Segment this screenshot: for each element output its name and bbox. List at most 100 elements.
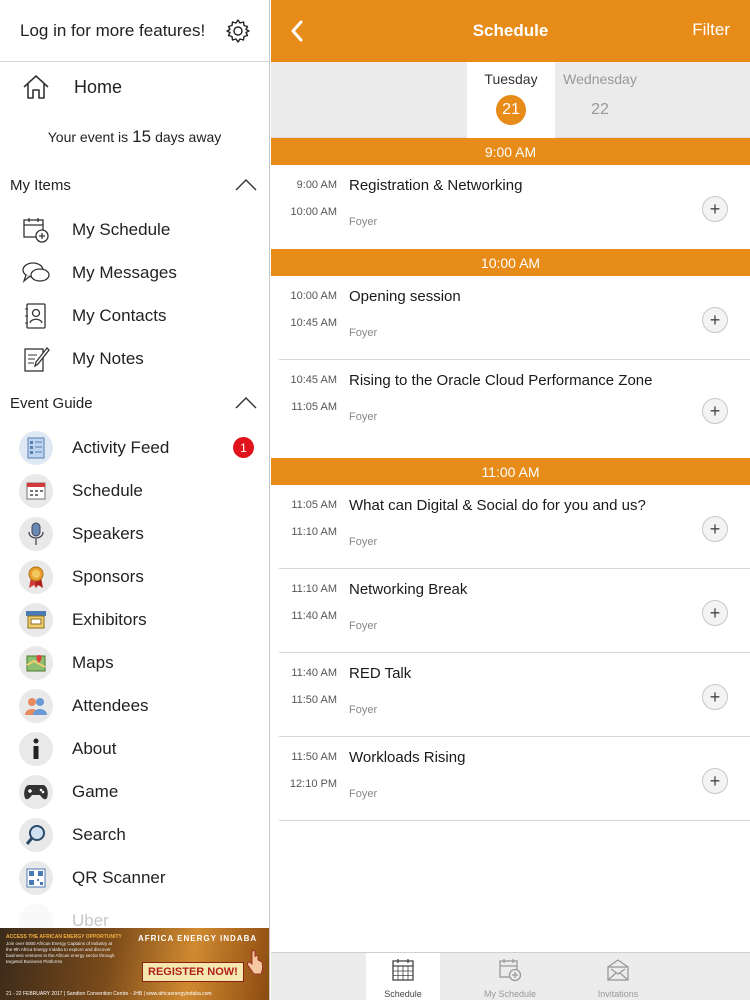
add-to-schedule-button[interactable]: + [702, 196, 728, 222]
filter-button[interactable]: Filter [692, 20, 730, 40]
login-bar[interactable]: Log in for more features! [0, 0, 269, 62]
day-tab-tuesday[interactable]: Tuesday 21 [467, 62, 555, 138]
tab-schedule[interactable]: Schedule [366, 953, 440, 1000]
gamepad-icon [18, 774, 54, 810]
sidebar-item-my-schedule[interactable]: My Schedule [0, 208, 269, 251]
event-countdown: Your event is 15 days away [0, 112, 269, 162]
event-guide-header[interactable]: Event Guide [0, 380, 269, 426]
session-row[interactable]: 11:05 AM 11:10 AM What can Digital & Soc… [279, 485, 750, 569]
sidebar-item-activity-feed[interactable]: Activity Feed 1 [0, 426, 269, 469]
section-title: Event Guide [10, 394, 93, 412]
schedule-icon [18, 473, 54, 509]
tab-label: Invitations [597, 989, 639, 999]
session-location: Foyer [349, 411, 378, 423]
notepad-icon [18, 341, 54, 377]
pointing-hand-icon [247, 950, 264, 975]
add-to-schedule-button[interactable]: + [702, 307, 728, 333]
gear-icon[interactable] [225, 18, 251, 44]
session-start-time: 11:40 AM [291, 667, 337, 679]
back-chevron-icon[interactable] [289, 18, 305, 44]
calendar-add-icon [18, 212, 54, 248]
sidebar-item-label: Sponsors [72, 566, 144, 586]
login-prompt[interactable]: Log in for more features! [20, 21, 205, 41]
session-location: Foyer [349, 788, 378, 800]
session-end-time: 11:50 AM [291, 694, 337, 706]
tab-my-schedule[interactable]: My Schedule [473, 953, 547, 1000]
sidebar-item-exhibitors[interactable]: Exhibitors [0, 598, 269, 641]
sponsor-banner-ad[interactable]: ACCESS THE AFRICAN ENERGY OPPORTUNITY Jo… [0, 928, 269, 1000]
session-title: Registration & Networking [349, 177, 523, 194]
session-row[interactable]: 11:40 AM 11:50 AM RED Talk Foyer + [279, 653, 750, 737]
day-number: 22 [591, 101, 609, 118]
contact-card-icon [18, 298, 54, 334]
sidebar-item-label: Home [74, 76, 123, 97]
add-to-schedule-button[interactable]: + [702, 516, 728, 542]
sidebar-item-about[interactable]: About [0, 727, 269, 770]
my-items-header[interactable]: My Items [0, 162, 269, 208]
app-root: Log in for more features! Home Your even… [0, 0, 750, 1000]
time-slot-header: 10:00 AM [271, 249, 750, 276]
tab-label: My Schedule [483, 989, 537, 999]
sidebar-item-label: My Messages [72, 262, 177, 282]
session-row[interactable]: 9:00 AM 10:00 AM Registration & Networki… [279, 165, 750, 249]
session-start-time: 11:10 AM [291, 583, 337, 595]
day-name: Tuesday [484, 71, 538, 87]
session-location: Foyer [349, 536, 378, 548]
session-end-time: 12:10 PM [289, 778, 337, 790]
ad-register-button[interactable]: REGISTER NOW! [142, 962, 244, 982]
chevron-up-icon[interactable] [235, 179, 257, 191]
sidebar-item-attendees[interactable]: Attendees [0, 684, 269, 727]
time-slot-header: 9:00 AM [271, 138, 750, 165]
sidebar-item-qr-scanner[interactable]: QR Scanner [0, 856, 269, 899]
session-title: Workloads Rising [349, 749, 466, 766]
sidebar-item-label: Search [72, 824, 126, 844]
page-title: Schedule [472, 21, 549, 40]
sidebar-item-label: My Schedule [72, 219, 171, 239]
day-number: 21 [496, 95, 526, 125]
session-end-time: 11:10 AM [291, 526, 337, 538]
sidebar-item-maps[interactable]: Maps [0, 641, 269, 684]
session-row[interactable]: 11:50 AM 12:10 PM Workloads Rising Foyer… [279, 737, 750, 821]
sidebar-item-my-contacts[interactable]: My Contacts [0, 294, 269, 337]
ribbon-icon [18, 559, 54, 595]
sidebar-item-schedule[interactable]: Schedule [0, 469, 269, 512]
add-to-schedule-button[interactable]: + [702, 398, 728, 424]
session-end-time: 11:40 AM [291, 610, 337, 622]
sidebar-item-label: Game [72, 781, 119, 801]
add-to-schedule-button[interactable]: + [702, 684, 728, 710]
session-start-time: 11:05 AM [291, 499, 337, 511]
magnifier-icon [18, 817, 54, 853]
day-tab-wednesday[interactable]: Wednesday 22 [556, 62, 644, 138]
sidebar-item-home[interactable]: Home [0, 62, 269, 112]
sidebar-item-label: Attendees [72, 695, 149, 715]
ad-logo: AFRICA ENERGY INDABA [138, 934, 258, 943]
day-selector: Tuesday 21 Wednesday 22 [271, 62, 750, 138]
sidebar-item-label: Schedule [72, 480, 143, 500]
schedule-panel: Schedule Filter Tuesday 21 Wednesday 22 … [271, 0, 750, 1000]
session-row[interactable]: 11:10 AM 11:40 AM Networking Break Foyer… [279, 569, 750, 653]
tab-invitations[interactable]: Invitations [581, 953, 655, 1000]
sidebar-item-label: Speakers [72, 523, 144, 543]
session-row[interactable]: 10:00 AM 10:45 AM Opening session Foyer … [279, 276, 750, 360]
activity-feed-icon [18, 430, 54, 466]
ad-body: Join over 5000 African Energy Captains o… [6, 941, 115, 964]
sidebar-item-game[interactable]: Game [0, 770, 269, 813]
section-title: My Items [10, 176, 71, 194]
add-to-schedule-button[interactable]: + [702, 768, 728, 794]
session-title: RED Talk [349, 665, 412, 682]
calendar-grid-icon [392, 959, 414, 981]
time-slot-header: 11:00 AM [271, 458, 750, 485]
sidebar-item-speakers[interactable]: Speakers [0, 512, 269, 555]
sidebar-item-search[interactable]: Search [0, 813, 269, 856]
sidebar-item-label: My Notes [72, 348, 144, 368]
chevron-up-icon[interactable] [235, 397, 257, 409]
sidebar-item-my-messages[interactable]: My Messages [0, 251, 269, 294]
ad-footer: 21 - 22 FEBRUARY 2017 | Sandton Conventi… [6, 991, 212, 997]
session-title: Opening session [349, 288, 461, 305]
sidebar-item-sponsors[interactable]: Sponsors [0, 555, 269, 598]
session-title: Rising to the Oracle Cloud Performance Z… [349, 372, 653, 389]
sidebar-item-my-notes[interactable]: My Notes [0, 337, 269, 380]
session-row[interactable]: 10:45 AM 11:05 AM Rising to the Oracle C… [279, 360, 750, 458]
tab-label: Schedule [384, 989, 422, 999]
add-to-schedule-button[interactable]: + [702, 600, 728, 626]
